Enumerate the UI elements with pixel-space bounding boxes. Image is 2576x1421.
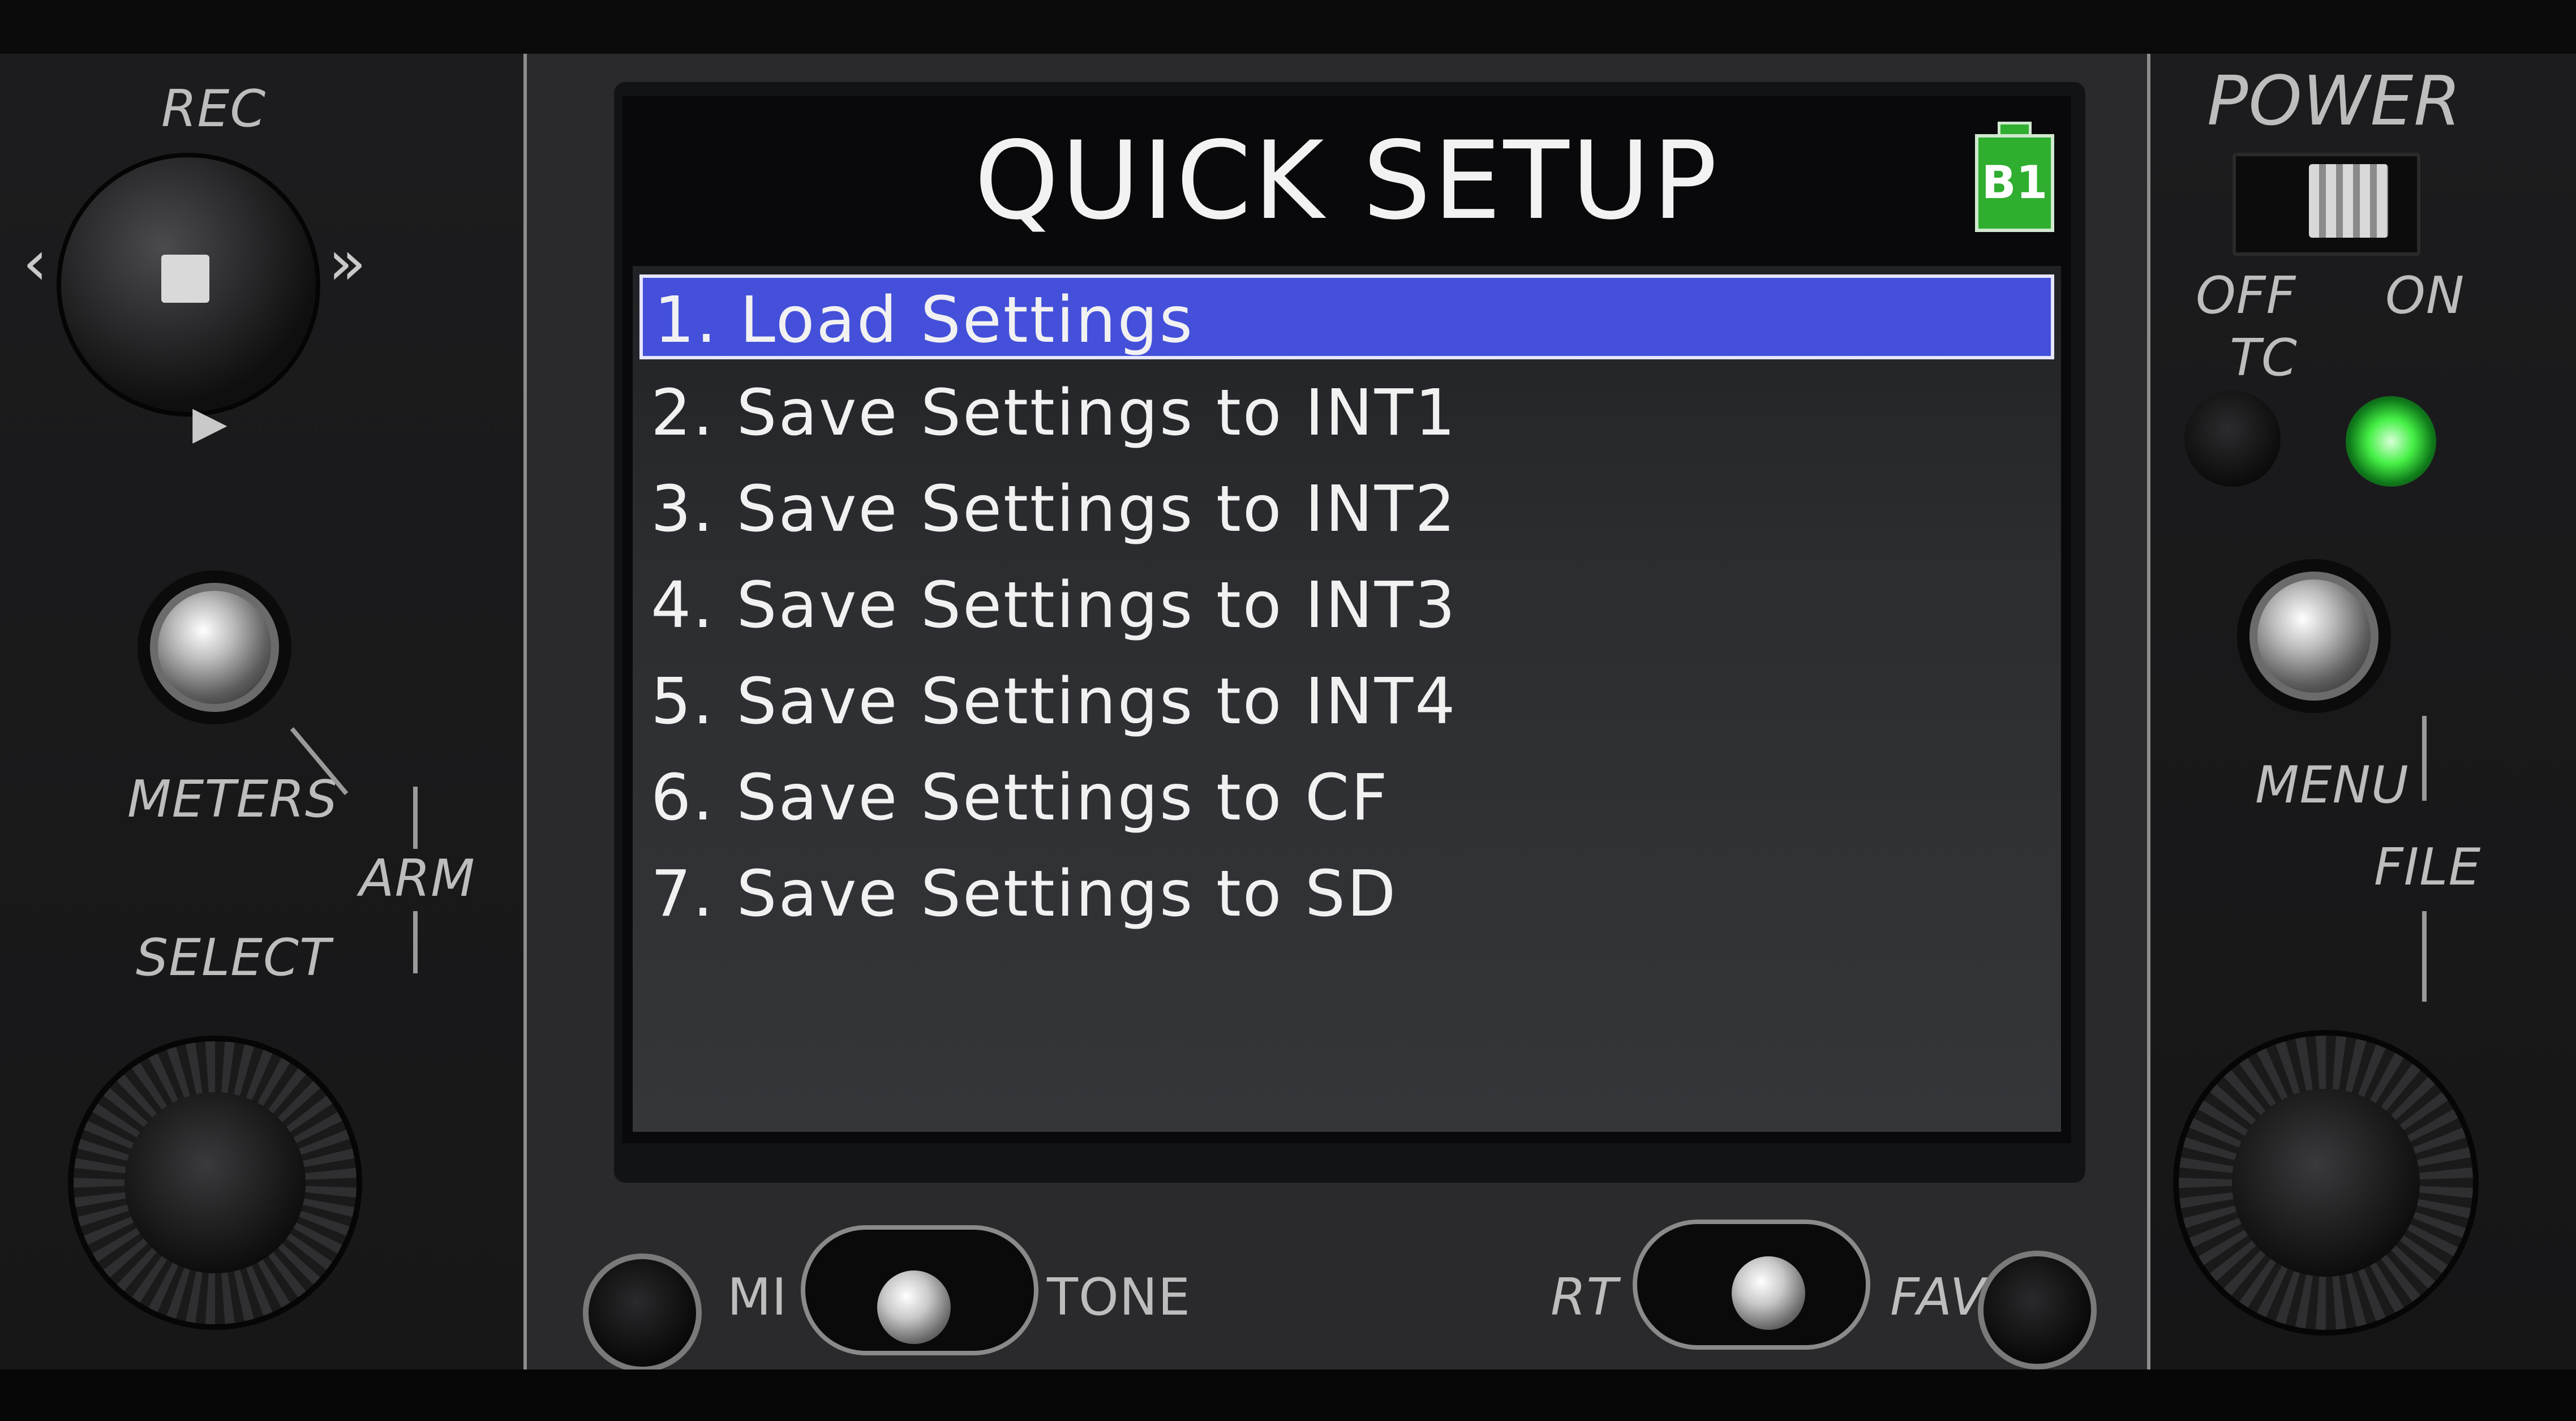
lcd-screen: QUICK SETUP B1 1. Load Settings 2. Save … — [622, 96, 2071, 1143]
menu-item-save-int2[interactable]: 3. Save Settings to INT2 — [639, 467, 2054, 552]
screen-title: QUICK SETUP — [974, 118, 1720, 243]
play-arrow-icon: ▶ — [192, 396, 227, 449]
rtn-label: RT — [1551, 1268, 1618, 1327]
file-knob[interactable] — [2173, 1030, 2479, 1336]
fav-button[interactable] — [1978, 1251, 2097, 1370]
menu-item-save-cf[interactable]: 6. Save Settings to CF — [639, 755, 2054, 840]
meters-label: METERS — [127, 770, 338, 829]
arm-bracket-line-lower — [413, 911, 418, 973]
menu-label: MENU — [2255, 755, 2409, 815]
mic-label: MI — [727, 1268, 788, 1327]
stop-icon — [161, 255, 209, 303]
menu-item-save-int1[interactable]: 2. Save Settings to INT1 — [639, 371, 2054, 456]
select-knob[interactable] — [68, 1036, 362, 1330]
rec-label: REC — [161, 79, 267, 139]
power-on-label: ON — [2385, 266, 2465, 325]
tone-label: TONE — [1047, 1268, 1191, 1327]
top-edge — [0, 0, 2576, 54]
menu-item-save-int4[interactable]: 5. Save Settings to INT4 — [639, 659, 2054, 744]
rtn-fav-toggle[interactable] — [1732, 1256, 1805, 1330]
arm-bracket-line-vertical — [413, 787, 418, 849]
file-bracket-line — [2422, 716, 2427, 801]
tc-label: TC — [2230, 328, 2298, 388]
tc-button[interactable] — [2184, 390, 2281, 487]
battery-icon: B1 — [1975, 122, 2054, 232]
power-switch[interactable] — [2309, 164, 2388, 238]
file-label: FILE — [2374, 838, 2481, 897]
battery-label: B1 — [1975, 134, 2054, 232]
mic-tone-toggle[interactable] — [877, 1270, 951, 1344]
mic-button[interactable] — [583, 1253, 702, 1372]
meters-button[interactable] — [150, 583, 279, 712]
menu-button[interactable] — [2249, 572, 2378, 701]
power-label: POWER — [2207, 62, 2462, 141]
menu-item-save-int3[interactable]: 4. Save Settings to INT3 — [639, 563, 2054, 648]
arm-label: ARM — [359, 849, 475, 908]
fast-forward-arrow-icon: » — [328, 226, 367, 299]
power-off-label: OFF — [2196, 266, 2296, 325]
power-led-indicator — [2346, 396, 2436, 487]
rewind-arrow-icon: ‹ — [23, 226, 48, 299]
file-bracket-line-lower — [2422, 911, 2427, 1002]
menu-item-save-sd[interactable]: 7. Save Settings to SD — [639, 852, 2054, 937]
bottom-edge — [0, 1370, 2576, 1421]
select-label: SELECT — [136, 928, 331, 988]
recorder-device: QUICK SETUP B1 1. Load Settings 2. Save … — [0, 0, 2576, 1421]
menu-item-load-settings[interactable]: 1. Load Settings — [639, 274, 2054, 359]
fav-label: FAV — [1890, 1268, 1986, 1327]
